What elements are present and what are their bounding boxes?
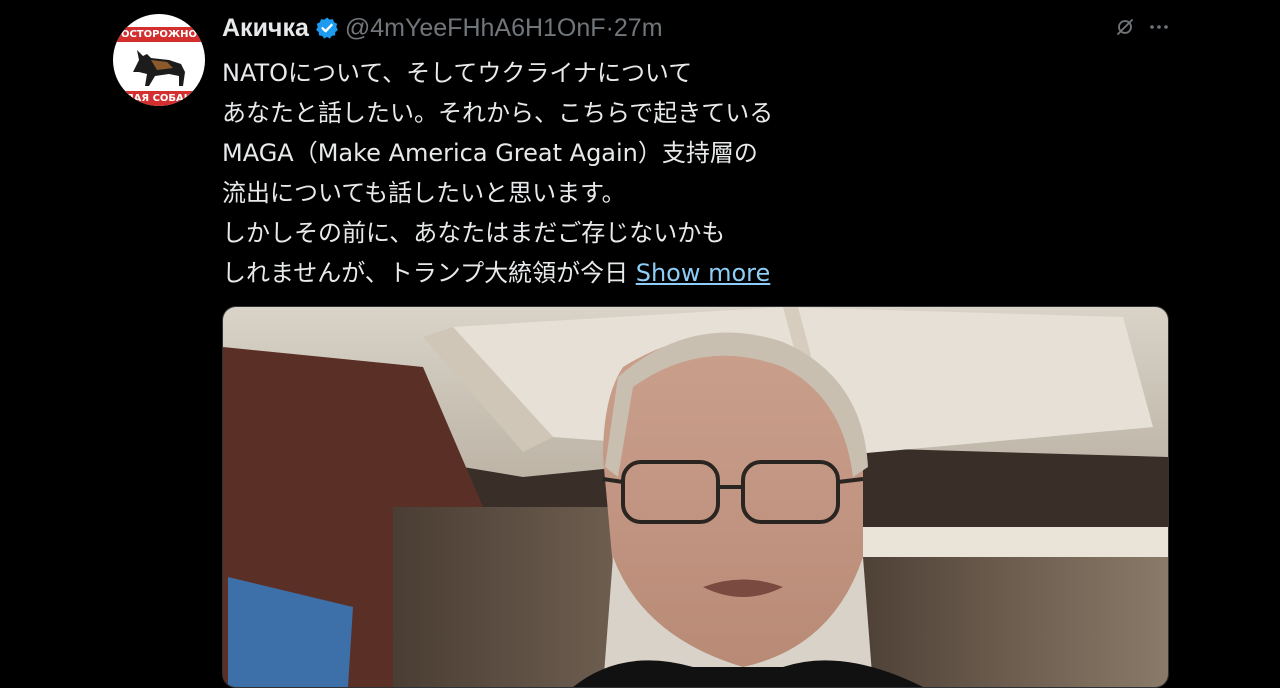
tweet-line: NATOについて、そしてウクライナについて xyxy=(222,59,693,87)
video-player[interactable] xyxy=(222,306,1169,688)
show-more-link[interactable]: Show more xyxy=(636,259,771,287)
grok-icon[interactable] xyxy=(1114,16,1136,38)
handle[interactable]: @4mYeeFHhA6H1OnF xyxy=(345,14,606,43)
tweet-line-last: しれませんが、トランプ大統領が今日 Show more xyxy=(222,253,922,293)
verified-badge-icon[interactable] xyxy=(315,16,339,40)
tweet-line: しれませんが、トランプ大統領が今日 xyxy=(222,259,629,287)
tweet-actions xyxy=(1114,16,1170,38)
tweet-line: MAGA（Make America Great Again）支持層の xyxy=(222,139,758,167)
avatar-top-text: ОСТОРОЖНО xyxy=(113,27,205,42)
tweet-line: しかしその前に、あなたはまだご存じないかも xyxy=(222,219,726,247)
tweet-line: あなたと話したい。それから、こちらで起きている xyxy=(222,99,774,127)
separator: · xyxy=(605,13,614,42)
video-frame-image xyxy=(223,307,1168,687)
more-options-icon[interactable] xyxy=(1148,16,1170,38)
tweet[interactable]: ОСТОРОЖНО ЗЛАЯ СОБАКА Акичка @4mYeeFHhA6… xyxy=(0,0,1280,688)
display-name[interactable]: Акичка xyxy=(222,14,309,43)
avatar[interactable]: ОСТОРОЖНО ЗЛАЯ СОБАКА xyxy=(113,14,205,106)
tweet-line: 流出についても話したいと思います。 xyxy=(222,179,626,207)
timestamp[interactable]: 27m xyxy=(614,14,663,43)
tweet-text: NATOについて、そしてウクライナについて あなたと話したい。それから、こちらで… xyxy=(222,53,922,293)
dog-icon xyxy=(133,50,185,86)
avatar-bottom-text: ЗЛАЯ СОБАКА xyxy=(113,91,205,106)
tweet-header: Акичка @4mYeeFHhA6H1OnF · 27m xyxy=(222,10,663,46)
